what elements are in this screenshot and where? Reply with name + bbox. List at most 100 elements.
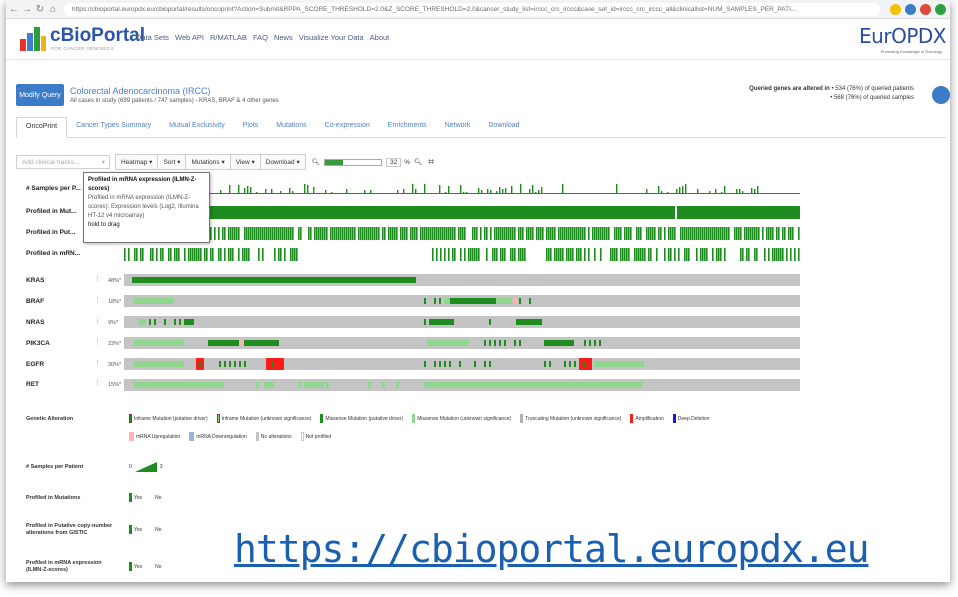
tab-co-expression[interactable]: Co-expression (316, 117, 379, 137)
profiled-cna-cell (350, 227, 352, 240)
profile-icon[interactable] (920, 3, 931, 15)
tab-enrichments[interactable]: Enrichments (379, 117, 436, 137)
info-icon[interactable] (932, 86, 950, 104)
sort-button[interactable]: Sort ▾ (157, 154, 187, 170)
profiled-cna-cell (336, 227, 338, 240)
profiled-cna-cell (650, 227, 652, 240)
europdx-logo[interactable]: EurOPDX (859, 24, 946, 48)
track-menu-icon[interactable]: ⋮ (94, 380, 101, 387)
legend-item: Deep Deletion (672, 414, 709, 423)
modify-query-button[interactable]: Modify Query (16, 84, 64, 106)
track-menu-icon[interactable]: ⋮ (94, 339, 101, 346)
logo-title[interactable]: cBioPortal (50, 25, 145, 47)
home-icon[interactable]: ⌂ (48, 4, 58, 15)
profiled-cna-cell (714, 227, 716, 240)
menu-icon[interactable] (935, 3, 946, 15)
track-menu-icon[interactable]: ⋮ (94, 318, 101, 325)
profiled-mrna-cell (296, 248, 298, 261)
tab-mutual-exclusivity[interactable]: Mutual Exclusivity (160, 117, 234, 137)
reload-icon[interactable]: ↻ (35, 4, 45, 15)
zoom-slider[interactable] (324, 158, 382, 166)
view-button[interactable]: View ▾ (229, 154, 261, 170)
profiled-mrna-cell (160, 248, 162, 261)
profiled-mrna-cell (504, 248, 506, 261)
gene-label-ret[interactable]: RET (26, 381, 39, 388)
zoom-percent-input[interactable]: 32 (386, 157, 402, 167)
nav-news[interactable]: News (274, 33, 293, 42)
nav-about[interactable]: About (370, 33, 390, 42)
tab-network[interactable]: Network (436, 117, 480, 137)
samples-bar (757, 186, 759, 194)
mutation-cell (489, 319, 491, 325)
mutation-cell (494, 340, 496, 346)
mutation-cell (583, 361, 586, 367)
legend-no: No (155, 526, 162, 533)
profiled-mrna-cell (188, 248, 190, 261)
profiled-cna-cell (290, 227, 292, 240)
samples-bar (511, 186, 513, 194)
extension-icon[interactable] (905, 3, 916, 15)
track-menu-icon[interactable]: ⋮ (94, 360, 101, 367)
heatmap-button[interactable]: Heatmap ▾ (115, 154, 159, 170)
samples-bar (250, 187, 252, 194)
europdx-link[interactable]: https://cbioportal.europdx.eu (234, 527, 869, 571)
mutation-cell (564, 382, 567, 388)
study-title[interactable]: Colorectal Adenocarcinoma (IRCC) (70, 86, 211, 96)
mutations-button[interactable]: Mutations ▾ (185, 154, 231, 170)
profiled-cna-cell (308, 227, 310, 240)
mutation-cell (450, 298, 496, 304)
profiled-mrna-cell (648, 248, 650, 261)
track-label-profiled-mutations[interactable]: Profiled in Mut... (26, 208, 77, 215)
profiled-cna-cell (600, 227, 602, 240)
profiled-mrna-cell (782, 248, 784, 261)
profiled-cna-cell (750, 227, 752, 240)
profiled-cna-cell (560, 227, 562, 240)
address-bar[interactable]: https://cbioportal.europdx.eu/cbioportal… (64, 2, 880, 16)
oncoprint-canvas[interactable] (124, 180, 800, 392)
profiled-mrna-cell (794, 248, 796, 261)
nav-data-sets[interactable]: Data Sets (136, 33, 169, 42)
tab-cancer-types-summary[interactable]: Cancer Types Summary (67, 117, 160, 137)
gene-pct-pik3ca: 23%* (108, 341, 122, 347)
profiled-cna-cell (572, 227, 574, 240)
nav-web-api[interactable]: Web API (175, 33, 204, 42)
nav-faq[interactable]: FAQ (253, 33, 268, 42)
track-label-profiled-putative-cna[interactable]: Profiled in Put... (26, 229, 75, 236)
gene-label-egfr[interactable]: EGFR (26, 361, 44, 368)
zoom-out-icon[interactable]: 🔍︎ (312, 158, 320, 166)
cbioportal-logo-icon[interactable] (20, 27, 46, 51)
tab-mutations[interactable]: Mutations (267, 117, 315, 137)
zoom-to-fit-icon[interactable]: ⌗ (428, 157, 434, 168)
profiled-mrna-cell (200, 248, 202, 261)
back-icon[interactable]: ← (9, 4, 19, 15)
nav-r-matlab[interactable]: R/MATLAB (210, 33, 247, 42)
zoom-in-icon[interactable]: 🔍︎ (414, 158, 422, 166)
track-label-samples-per-patient[interactable]: # Samples per P... (26, 185, 81, 192)
track-menu-icon[interactable]: ⋮ (94, 276, 101, 283)
tab-download[interactable]: Download (479, 117, 528, 137)
forward-icon[interactable]: → (22, 4, 32, 15)
profiled-cna-cell (310, 227, 312, 240)
profiled-cna-cell (772, 227, 774, 240)
gene-label-nras[interactable]: NRAS (26, 319, 44, 326)
mutation-cell (514, 298, 517, 304)
profiled-mrna-cell (194, 248, 196, 261)
gene-label-kras[interactable]: KRAS (26, 277, 44, 284)
track-menu-icon[interactable]: ⋮ (94, 297, 101, 304)
nav-visualize[interactable]: Visualize Your Data (299, 33, 364, 42)
gene-label-braf[interactable]: BRAF (26, 298, 44, 305)
legend-swatch (672, 414, 676, 423)
mutation-cell (489, 340, 491, 346)
star-icon[interactable] (890, 3, 901, 15)
download-button[interactable]: Download ▾ (259, 154, 306, 170)
gene-label-pik3ca[interactable]: PIK3CA (26, 340, 50, 347)
profiled-cna-cell (410, 227, 412, 240)
profiled-cna-cell (576, 227, 578, 240)
clinical-tracks-select[interactable]: Add clinical tracks... ▾ (16, 155, 110, 169)
tab-plots[interactable]: Plots (234, 117, 268, 137)
mutation-cell (396, 382, 399, 388)
tab-oncoprint[interactable]: OncoPrint (16, 117, 68, 138)
track-label-profiled-mrna[interactable]: Profiled in mRN... (26, 250, 80, 257)
legend-swatch (630, 414, 634, 423)
profiled-mrna-cell (140, 248, 142, 261)
